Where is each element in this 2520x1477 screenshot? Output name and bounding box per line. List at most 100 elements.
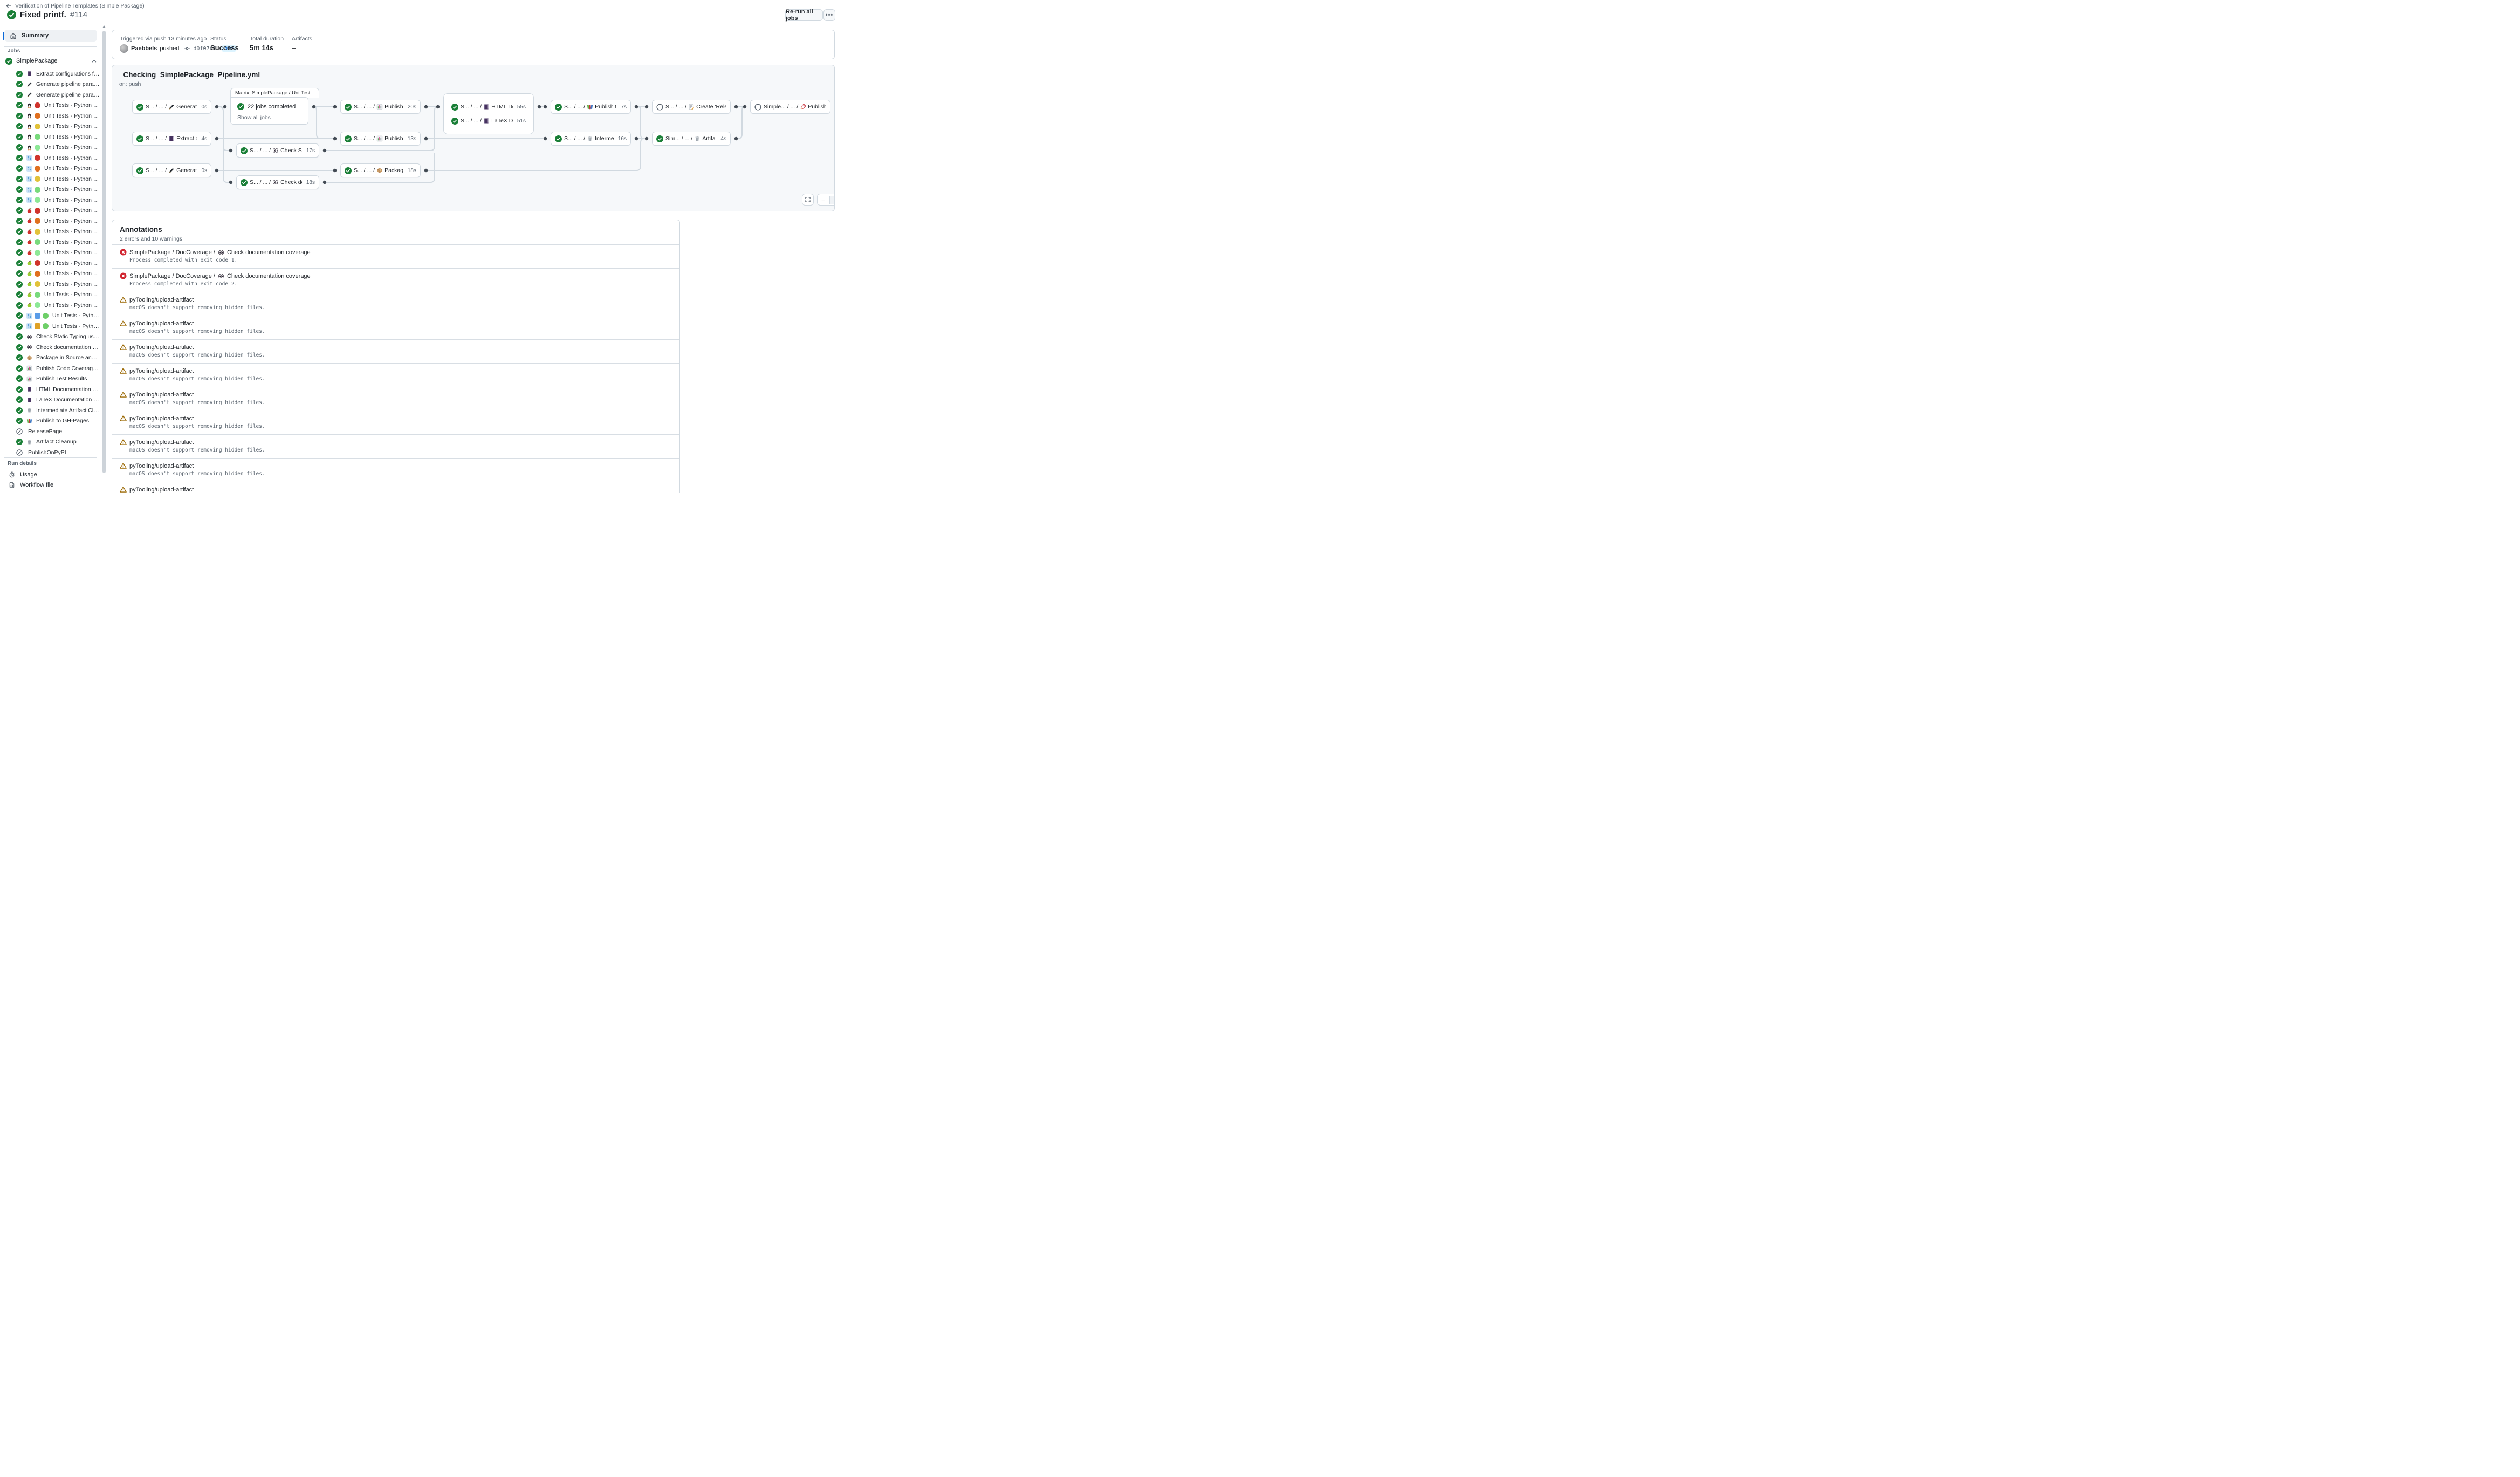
sidebar-job-item[interactable]: Unit Tests - Python 3.12 [0, 237, 100, 248]
graph-node[interactable]: S... / ... /Generate pipelin...0s [132, 100, 211, 114]
sidebar-job-item[interactable]: Generate pipeline parameters [0, 90, 100, 100]
annotation-title[interactable]: pyTooling/upload-artifact [129, 320, 194, 327]
sidebar-job-item[interactable]: Unit Tests - Python 3.9 [0, 153, 100, 163]
sidebar-job-item[interactable]: LaTeX Documentation using ... [0, 395, 100, 406]
sidebar-job-item[interactable]: Check Static Typing using Pyt... [0, 332, 100, 343]
graph-node[interactable]: S... / ... /Create 'Release Pa... [652, 100, 731, 114]
sidebar-job-item[interactable]: Unit Tests - Python 3.11 [0, 279, 100, 290]
sidebar-job-item[interactable]: Unit Tests - Python 3.13 [0, 300, 100, 311]
node-name: Publish Code C... [384, 104, 403, 110]
sidebar-job-item[interactable]: Package in Source and Wheel... [0, 353, 100, 364]
sidebar-job-item[interactable]: Unit Tests - Python 3.9 [0, 258, 100, 269]
graph-node[interactable]: S... / ... /Publish Code C...20s [340, 100, 421, 114]
sidebar-job-item[interactable]: Generate pipeline parameters [0, 79, 100, 90]
graph-node[interactable]: S... / ... /Package in Sou...18s [340, 163, 421, 177]
version-dot-icon [35, 271, 40, 277]
sidebar-link-usage[interactable]: Usage [0, 469, 100, 480]
success-check-icon [5, 58, 12, 65]
kebab-menu-button[interactable]: ••• [823, 9, 835, 21]
rerun-all-jobs-button[interactable]: Re-run all jobs [785, 9, 823, 21]
show-all-jobs-link[interactable]: Show all jobs [237, 114, 271, 121]
sidebar-link-workflow-file[interactable]: Workflow file [0, 480, 100, 490]
annotation-title[interactable]: pyTooling/upload-artifact [129, 297, 194, 303]
zoom-in-button[interactable]: + [829, 196, 835, 204]
sidebar-group-simplepackage[interactable]: SimplePackage [5, 56, 97, 66]
sidebar-job-item[interactable]: Publish Code Coverage Results [0, 363, 100, 374]
breadcrumb[interactable]: Verification of Pipeline Templates (Simp… [5, 3, 145, 9]
graph-node[interactable]: Simple... / ... /Publish to PyPI [750, 100, 830, 114]
version-dot-icon [35, 229, 40, 235]
sidebar-job-item[interactable]: Unit Tests - Python 3.12 [0, 184, 100, 195]
avatar[interactable] [120, 44, 128, 53]
sidebar-job-item[interactable]: ReleasePage [0, 426, 100, 437]
graph-node[interactable]: S... / ... /Check Static Ty...17s [236, 143, 319, 158]
fullscreen-button[interactable] [802, 194, 814, 206]
sidebar-job-item[interactable]: Unit Tests - Python 3.12 [0, 311, 100, 322]
graph-node[interactable]: S... / ... /Check docume...18s [236, 175, 319, 189]
sidebar-job-item[interactable]: Publish to GH-Pages [0, 416, 100, 427]
sidebar-job-item[interactable]: Unit Tests - Python 3.12 [0, 132, 100, 142]
annotation-title[interactable]: pyTooling/upload-artifact [129, 344, 194, 351]
sidebar-job-item[interactable]: Unit Tests - Python 3.11 [0, 121, 100, 132]
annotation-title[interactable]: Check documentation coverage [227, 273, 311, 279]
workflow-run-page: Verification of Pipeline Templates (Simp… [0, 0, 840, 493]
graph-node[interactable]: S... / ... /HTML Docume...55s [448, 100, 530, 114]
trash-icon [694, 135, 701, 142]
matrix-summary-row: 22 jobs completed [237, 103, 296, 110]
breadcrumb-label[interactable]: Verification of Pipeline Templates (Simp… [15, 3, 145, 9]
annotation-title[interactable]: pyTooling/upload-artifact [129, 463, 194, 469]
sidebar-job-item[interactable]: Unit Tests - Python 3.10 [0, 163, 100, 174]
zoom-out-button[interactable]: − [818, 196, 829, 204]
annotation-title[interactable]: Check documentation coverage [227, 249, 311, 256]
sidebar-job-item[interactable]: Check documentation covera... [0, 342, 100, 353]
sidebar-job-item[interactable]: Unit Tests - Python 3.12 [0, 321, 100, 332]
sidebar-job-item[interactable]: PublishOnPyPI [0, 447, 100, 458]
runner-square-icon [35, 323, 40, 329]
check-success-icon [16, 134, 23, 140]
annotation-title[interactable]: pyTooling/upload-artifact [129, 487, 194, 493]
sidebar-scrollbar[interactable] [102, 31, 106, 473]
graph-node[interactable]: S... / ... /Intermediate A...16s [551, 132, 631, 146]
sidebar-job-item[interactable]: Unit Tests - Python 3.13 [0, 142, 100, 153]
node-duration: 18s [304, 180, 315, 186]
sidebar-job-item[interactable]: Publish Test Results [0, 374, 100, 385]
error-icon [120, 249, 127, 256]
graph-node[interactable]: S... / ... /Publish Test Re...13s [340, 132, 421, 146]
sidebar-job-item[interactable]: Unit Tests - Python 3.11 [0, 227, 100, 237]
annotation-title[interactable]: pyTooling/upload-artifact [129, 392, 194, 398]
sidebar-job-item[interactable]: Unit Tests - Python 3.13 [0, 248, 100, 258]
sidebar-job-item[interactable]: Extract configurations from p... [0, 69, 100, 79]
sidebar-job-item[interactable]: Unit Tests - Python 3.12 [0, 290, 100, 300]
chevron-up-icon[interactable] [91, 58, 97, 64]
sidebar-job-item[interactable]: Unit Tests - Python 3.9 [0, 206, 100, 216]
annotation-title[interactable]: pyTooling/upload-artifact [129, 415, 194, 422]
sidebar-job-item[interactable]: Unit Tests - Python 3.11 [0, 174, 100, 184]
sidebar-job-item[interactable]: Unit Tests - Python 3.13 [0, 195, 100, 206]
matrix-box[interactable]: 22 jobs completed Show all jobs [230, 97, 308, 125]
scrollbar-up-arrow[interactable] [102, 25, 106, 28]
back-arrow-icon[interactable] [5, 3, 12, 9]
graph-node[interactable]: S... / ... /Publish to GH-P...7s [551, 100, 631, 114]
sidebar-job-item[interactable]: Artifact Cleanup [0, 437, 100, 448]
actor-name[interactable]: Paebbels [131, 45, 157, 52]
graph-node[interactable]: Sim... / ... /Artifact Cleanup4s [652, 132, 731, 146]
sidebar-job-item[interactable]: HTML Documentation using ... [0, 384, 100, 395]
annotation-title[interactable]: pyTooling/upload-artifact [129, 439, 194, 446]
job-label: Unit Tests - Python 3.12 [52, 323, 100, 330]
sidebar-job-item[interactable]: Unit Tests - Python 3.10 [0, 111, 100, 121]
sidebar-job-item[interactable]: Unit Tests - Python 3.10 [0, 269, 100, 279]
success-check-icon [7, 10, 16, 19]
node-prefix: Simple... / ... / [764, 104, 798, 110]
graph-node[interactable]: S... / ... /LaTeX Docume...51s [448, 114, 530, 128]
check-success-icon [16, 270, 23, 277]
sidebar-job-item[interactable]: Unit Tests - Python 3.9 [0, 100, 100, 111]
graph-node[interactable]: S... / ... /Extract configur...4s [132, 132, 211, 146]
annotation-title[interactable]: pyTooling/upload-artifact [129, 368, 194, 374]
job-label: Check Static Typing using Pyt... [36, 333, 100, 340]
graph-node[interactable]: S... / ... /Generate pipelin...0s [132, 163, 211, 177]
sidebar-item-summary[interactable]: Summary [4, 30, 97, 42]
sidebar-job-item[interactable]: Intermediate Artifact Cleanup [0, 405, 100, 416]
version-dot-icon [35, 292, 40, 298]
sidebar-job-item[interactable]: Unit Tests - Python 3.10 [0, 216, 100, 227]
matrix-tab[interactable]: Matrix: SimplePackage / UnitTest... [230, 88, 319, 98]
